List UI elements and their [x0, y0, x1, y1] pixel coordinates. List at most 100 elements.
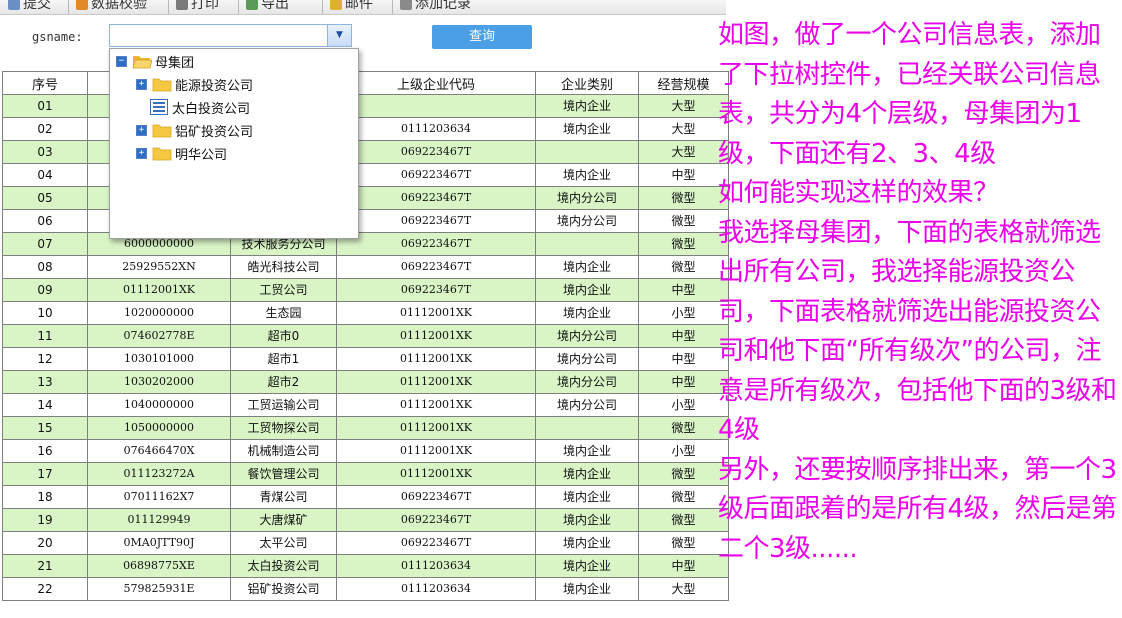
table-cell: 17 [2, 462, 88, 486]
tree-node-minghua[interactable]: + 明华公司 [136, 144, 228, 163]
gsname-tree-combo[interactable] [109, 24, 352, 47]
table-cell: 011123272A [87, 462, 231, 486]
toolbar-divider [68, 0, 69, 14]
table-row[interactable]: 09 01112001XK 工贸公司 069223467T 境内企业 中型 [2, 278, 729, 302]
table-cell: 皓光科技公司 [230, 255, 337, 279]
table-cell: 069223467T [336, 531, 536, 555]
column-header[interactable]: 序号 [2, 71, 88, 95]
validate-button[interactable]: 数据校验 [76, 0, 147, 13]
table-row[interactable]: 19 011129949 大唐煤矿 069223467T 境内企业 微型 [2, 508, 729, 532]
tree-node-label: 母集团 [155, 55, 195, 71]
table-cell: 1020000000 [87, 301, 231, 325]
table-cell: 境内分公司 [535, 370, 639, 394]
table-cell: 13 [2, 370, 88, 394]
table-cell: 微型 [638, 485, 729, 509]
mail-button[interactable]: 邮件 [330, 0, 373, 13]
expand-icon[interactable]: + [136, 147, 147, 159]
table-row[interactable]: 15 1050000000 工贸物探公司 01112001XK 微型 [2, 416, 729, 440]
print-button[interactable]: 打印 [176, 0, 219, 13]
tree-node-energy[interactable]: + 能源投资公司 [136, 75, 253, 94]
table-cell: 01112001XK [336, 301, 536, 325]
table-row[interactable]: 22 579825931E 铝矿投资公司 0111203634 境内企业 大型 [2, 577, 729, 601]
table-cell: 生态园 [230, 301, 337, 325]
table-cell [535, 416, 639, 440]
print-label: 打印 [191, 0, 219, 12]
table-cell: 069223467T [336, 278, 536, 302]
table-cell: 1050000000 [87, 416, 231, 440]
table-cell: 069223467T [336, 255, 536, 279]
table-cell: 14 [2, 393, 88, 417]
column-header[interactable]: 上级企业代码 [336, 71, 536, 95]
collapse-icon[interactable]: − [116, 55, 127, 67]
table-cell: 19 [2, 508, 88, 532]
table-row[interactable]: 17 011123272A 餐饮管理公司 01112001XK 境内企业 微型 [2, 462, 729, 486]
submit-icon [8, 0, 20, 10]
table-row[interactable]: 16 076466470X 机械制造公司 01112001XK 境内企业 小型 [2, 439, 729, 463]
table-cell: 境内企业 [535, 301, 639, 325]
folder-icon [152, 123, 172, 138]
table-row[interactable]: 18 07011162X7 青煤公司 069223467T 境内企业 微型 [2, 485, 729, 509]
table-cell: 大型 [638, 140, 729, 164]
tree-node-aluminum[interactable]: + 铝矿投资公司 [136, 121, 253, 140]
table-cell: 01112001XK [336, 370, 536, 394]
table-row[interactable]: 12 1030101000 超市1 01112001XK 境内分公司 中型 [2, 347, 729, 371]
table-cell: 机械制造公司 [230, 439, 337, 463]
dropdown-toggle-button[interactable]: ▼ [327, 24, 352, 47]
column-header[interactable]: 企业类别 [535, 71, 639, 95]
tree-node-label: 太白投资公司 [172, 101, 251, 117]
table-cell: 境内企业 [535, 531, 639, 555]
dropdown-tree-panel: − 母集团 + 能源投资公司 太白投资公司 + 铝矿投资公司 + 明华公司 [109, 48, 359, 239]
table-cell: 超市1 [230, 347, 337, 371]
mail-icon [330, 0, 342, 10]
table-cell: 太平公司 [230, 531, 337, 555]
table-row[interactable]: 10 1020000000 生态园 01112001XK 境内企业 小型 [2, 301, 729, 325]
submit-button[interactable]: 提交 [8, 0, 51, 13]
table-cell: 微型 [638, 186, 729, 210]
expand-icon[interactable]: + [136, 78, 147, 90]
table-cell: 超市0 [230, 324, 337, 348]
query-button[interactable]: 查询 [432, 25, 532, 49]
table-cell: 境内企业 [535, 462, 639, 486]
table-row[interactable]: 11 074602778E 超市0 01112001XK 境内分公司 中型 [2, 324, 729, 348]
table-cell: 069223467T [336, 140, 536, 164]
table-cell: 09 [2, 278, 88, 302]
table-cell: 中型 [638, 324, 729, 348]
table-cell: 1030202000 [87, 370, 231, 394]
table-cell: 02 [2, 117, 88, 141]
table-row[interactable]: 20 0MA0JTT90J 太平公司 069223467T 境内企业 微型 [2, 531, 729, 555]
table-cell: 07011162X7 [87, 485, 231, 509]
table-cell: 15 [2, 416, 88, 440]
table-cell: 11 [2, 324, 88, 348]
table-cell: 境内企业 [535, 278, 639, 302]
table-cell: 06898775XE [87, 554, 231, 578]
expand-icon[interactable]: + [136, 124, 147, 136]
table-cell: 18 [2, 485, 88, 509]
tree-node-root[interactable]: − 母集团 [116, 52, 195, 71]
table-cell: 境内企业 [535, 508, 639, 532]
table-cell [535, 232, 639, 256]
table-cell: 01112001XK [336, 439, 536, 463]
table-cell: 076466470X [87, 439, 231, 463]
table-cell: 境内企业 [535, 554, 639, 578]
table-cell: 境内企业 [535, 117, 639, 141]
column-header[interactable]: 经营规模 [638, 71, 729, 95]
export-button[interactable]: 导出 [246, 0, 289, 13]
table-cell: 0111203634 [336, 577, 536, 601]
tree-node-label: 明华公司 [175, 147, 228, 163]
table-row[interactable]: 13 1030202000 超市2 01112001XK 境内分公司 中型 [2, 370, 729, 394]
table-cell: 01112001XK [87, 278, 231, 302]
table-cell: 011129949 [87, 508, 231, 532]
add-record-button[interactable]: 添加记录 [400, 0, 471, 13]
table-row[interactable]: 21 06898775XE 太白投资公司 0111203634 境内企业 中型 [2, 554, 729, 578]
table-cell: 境内企业 [535, 485, 639, 509]
tree-node-taibai[interactable]: 太白投资公司 [150, 98, 251, 117]
table-cell: 大型 [638, 577, 729, 601]
table-cell: 微型 [638, 462, 729, 486]
table-row[interactable]: 08 25929552XN 皓光科技公司 069223467T 境内企业 微型 [2, 255, 729, 279]
table-cell: 579825931E [87, 577, 231, 601]
table-cell: 12 [2, 347, 88, 371]
table-row[interactable]: 14 1040000000 工贸运输公司 01112001XK 境内分公司 小型 [2, 393, 729, 417]
table-cell: 境内分公司 [535, 186, 639, 210]
table-cell: 铝矿投资公司 [230, 577, 337, 601]
table-cell: 境内企业 [535, 255, 639, 279]
